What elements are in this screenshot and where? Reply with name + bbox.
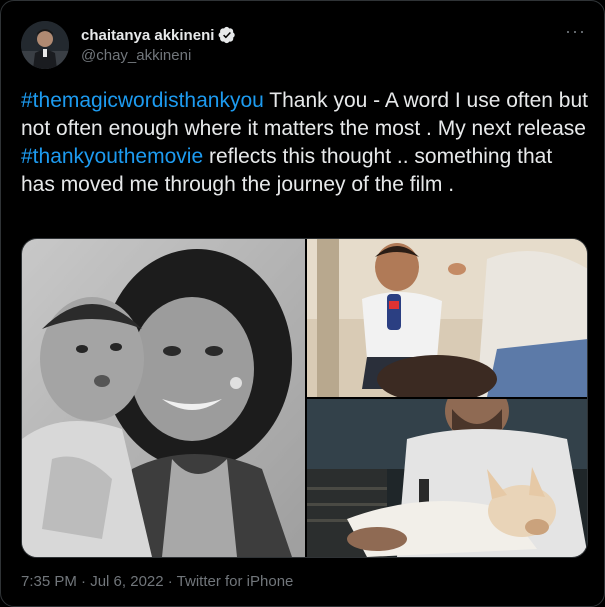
avatar-photo (21, 21, 69, 69)
media-grid (21, 238, 588, 558)
photo-man-dog[interactable] (307, 399, 587, 557)
meta-separator: · (163, 573, 177, 590)
more-options-icon[interactable]: ··· (565, 22, 586, 40)
display-name[interactable]: chaitanya akkineni (81, 27, 214, 44)
author-handle[interactable]: @chay_akkineni (81, 47, 588, 64)
photo-child-bottle[interactable] (307, 239, 587, 397)
tweet-text: #themagicwordisthankyou Thank you - A wo… (21, 87, 589, 199)
hashtag-link[interactable]: #themagicwordisthankyou (21, 89, 264, 112)
avatar[interactable] (21, 21, 69, 69)
tweet-time[interactable]: 7:35 PM (21, 573, 77, 590)
tweet-date[interactable]: Jul 6, 2022 (90, 573, 163, 590)
meta-separator: · (76, 573, 91, 590)
tweet-card: chaitanya akkineni @chay_akkineni ··· #t… (0, 0, 605, 607)
hashtag-link[interactable]: #thankyouthemovie (21, 145, 203, 168)
tweet-meta: 7:35 PM · Jul 6, 2022 · Twitter for iPho… (21, 573, 293, 590)
tweet-header: chaitanya akkineni @chay_akkineni ··· (21, 21, 588, 71)
verified-badge-icon (218, 26, 236, 44)
display-name-row: chaitanya akkineni (81, 25, 588, 45)
author-names: chaitanya akkineni @chay_akkineni (81, 25, 588, 64)
photo-mother-child[interactable] (22, 239, 305, 557)
tweet-source[interactable]: Twitter for iPhone (177, 573, 294, 590)
